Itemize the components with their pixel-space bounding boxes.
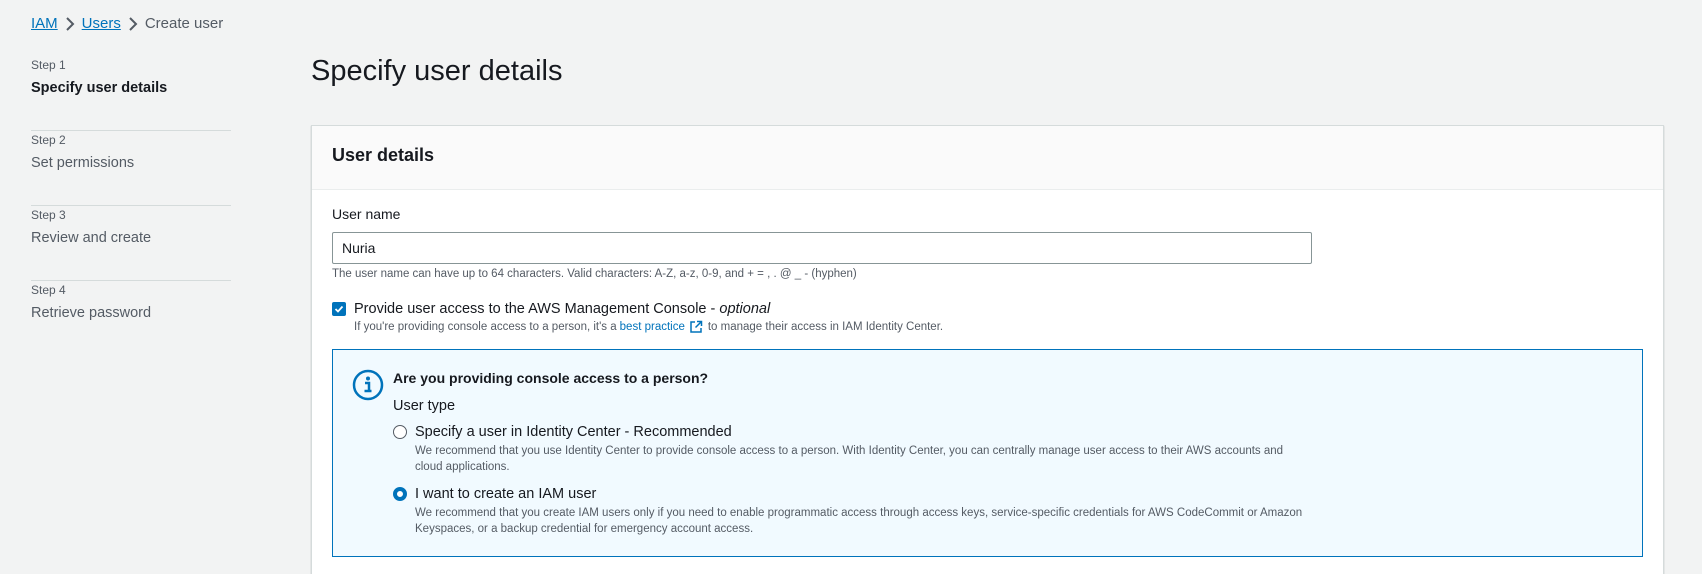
- checkmark-icon: [334, 305, 344, 313]
- step-number: Step 1: [31, 58, 66, 72]
- step-title: Set permissions: [31, 155, 135, 171]
- step-title: Review and create: [31, 230, 152, 246]
- user-type-option-iam-user[interactable]: I want to create an IAM user We recommen…: [393, 484, 1315, 537]
- radio-label: Specify a user in Identity Center - Reco…: [415, 424, 732, 440]
- identity-center-radio[interactable]: [393, 425, 407, 439]
- step-title: Specify user details: [31, 80, 168, 96]
- console-access-label-text: Provide user access to the AWS Managemen…: [354, 301, 720, 317]
- radio-description: We recommend that you use Identity Cente…: [415, 445, 1284, 473]
- step-number: Step 3: [31, 208, 66, 222]
- wizard-step-1: Step 1 Specify user details: [31, 56, 231, 131]
- best-practice-link[interactable]: best practice: [620, 321, 685, 333]
- console-access-text: Provide user access to the AWS Managemen…: [354, 299, 943, 334]
- step-number: Step 4: [31, 283, 66, 297]
- console-access-checkbox[interactable]: [332, 302, 346, 316]
- wizard-step-3: Step 3 Review and create: [31, 206, 231, 281]
- user-type-option-identity-center[interactable]: Specify a user in Identity Center - Reco…: [393, 422, 1315, 475]
- info-heading: Are you providing console access to a pe…: [393, 370, 709, 386]
- console-access-info-alert: Are you providing console access to a pe…: [332, 349, 1643, 557]
- console-access-desc-post: to manage their access in IAM Identity C…: [707, 321, 944, 333]
- user-name-hint: The user name can have up to 64 characte…: [332, 268, 857, 280]
- panel-heading: User details: [332, 145, 435, 165]
- breadcrumb-link-users[interactable]: Users: [82, 15, 121, 32]
- console-access-description: If you're providing console access to a …: [354, 320, 943, 334]
- user-type-label: User type: [393, 398, 456, 414]
- radio-text: Specify a user in Identity Center - Reco…: [415, 422, 1315, 475]
- user-name-label: User name: [332, 206, 401, 222]
- wizard-step-2: Step 2 Set permissions: [31, 131, 231, 206]
- info-icon: [352, 369, 384, 401]
- optional-tag: optional: [719, 301, 771, 317]
- step-number: Step 2: [31, 133, 66, 147]
- radio-description: We recommend that you create IAM users o…: [415, 507, 1303, 535]
- wizard-step-4: Step 4 Retrieve password: [31, 281, 231, 356]
- radio-label: I want to create an IAM user: [415, 486, 597, 502]
- breadcrumb: IAM Users Create user: [31, 15, 223, 32]
- wizard-steps: Step 1 Specify user details Step 2 Set p…: [31, 56, 231, 356]
- radio-text: I want to create an IAM user We recommen…: [415, 484, 1315, 537]
- user-name-field-wrapper: [332, 232, 1312, 264]
- panel-header: User details: [312, 126, 1663, 190]
- console-access-desc-pre: If you're providing console access to a …: [354, 321, 617, 333]
- console-access-option: Provide user access to the AWS Managemen…: [332, 299, 943, 334]
- breadcrumb-current: Create user: [144, 15, 224, 32]
- chevron-right-icon: [121, 16, 145, 31]
- console-access-label: Provide user access to the AWS Managemen…: [354, 299, 943, 319]
- user-name-input[interactable]: [332, 232, 1312, 264]
- step-title: Retrieve password: [31, 305, 152, 321]
- user-details-panel: User details User name The user name can…: [311, 125, 1664, 574]
- external-link-icon[interactable]: [689, 320, 703, 334]
- iam-user-radio[interactable]: [393, 487, 407, 501]
- chevron-right-icon: [58, 16, 82, 31]
- page-title: Specify user details: [311, 55, 563, 87]
- breadcrumb-link-iam[interactable]: IAM: [31, 15, 58, 32]
